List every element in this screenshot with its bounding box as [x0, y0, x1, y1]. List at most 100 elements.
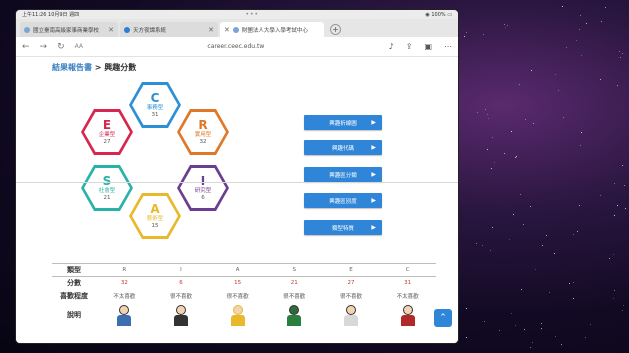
star: [487, 114, 488, 115]
type-cell: R: [96, 264, 153, 277]
hexagon-score: 27: [104, 139, 111, 146]
character-illustration-i[interactable]: [171, 303, 191, 327]
hexagon-name: 企業型: [99, 131, 116, 139]
hexagon-letter: C: [151, 92, 160, 104]
interest-line-chart-button[interactable]: 興趣折線圖 ▶: [304, 115, 382, 130]
button-label: 類型特質: [332, 224, 354, 232]
star: [558, 90, 559, 91]
star: [490, 250, 491, 251]
star: [476, 243, 477, 244]
multitask-dots[interactable]: •••: [245, 11, 259, 18]
star: [513, 214, 514, 215]
button-label: 興趣代碼: [332, 144, 354, 152]
url-field[interactable]: career.ceec.edu.tw: [93, 43, 379, 50]
hexagon-name: 實用型: [195, 131, 212, 139]
star: [563, 117, 564, 118]
type-cell: I: [153, 264, 210, 277]
close-tab-icon[interactable]: ✕: [224, 26, 230, 34]
favicon-icon: [233, 27, 239, 33]
star: [573, 282, 574, 283]
star: [485, 109, 486, 110]
browser-tab-active[interactable]: ✕ 財團法人大學入學考試中心: [220, 22, 324, 37]
star: [530, 347, 531, 348]
close-tab-icon[interactable]: ✕: [208, 26, 214, 34]
microphone-icon[interactable]: ♪: [389, 42, 394, 51]
interest-code-button[interactable]: 興趣代碼 ▶: [304, 140, 382, 155]
hexagon-score: 21: [104, 195, 111, 202]
close-tab-icon[interactable]: ✕: [108, 26, 114, 34]
hexagon-letter: R: [198, 119, 207, 131]
new-tab-icon[interactable]: +: [330, 24, 341, 35]
star: [600, 195, 601, 196]
breadcrumb-link-report[interactable]: 結果報告書: [52, 63, 92, 72]
interest-category-button[interactable]: 興趣區分類 ▶: [304, 167, 382, 182]
reload-icon[interactable]: ↻: [57, 42, 65, 52]
reader-mode-button[interactable]: AA: [75, 43, 83, 50]
hexagon-name: 事務型: [147, 104, 164, 112]
tab-title: 財團法人大學入學考試中心: [242, 26, 320, 34]
browser-tab[interactable]: 國立臺南高級家事商業學校 ✕: [20, 22, 118, 37]
character-illustration-s[interactable]: [284, 303, 304, 327]
star: [620, 57, 621, 58]
scroll-to-top-button[interactable]: ⌃: [434, 309, 452, 327]
forward-icon[interactable]: →: [40, 42, 48, 52]
star: [466, 337, 467, 338]
star: [488, 118, 489, 119]
ipad-screen: 上午11:26 10月9日 週四 ••• ◉ 100% ▭ 國立臺南高級家事商業…: [16, 10, 458, 343]
star: [624, 185, 625, 186]
table-row-preference: 喜歡程度 不太喜歡 很不喜歡 很不喜歡 很不喜歡 很不喜歡 不太喜歡: [52, 290, 436, 303]
star: [509, 239, 510, 240]
hexagon-score: 31: [152, 112, 159, 119]
star: [619, 51, 620, 52]
back-icon[interactable]: ←: [22, 42, 30, 52]
score-cell: 27: [323, 277, 380, 290]
preference-cell: 不太喜歡: [96, 290, 153, 303]
star: [523, 224, 524, 225]
star: [555, 336, 556, 337]
star: [530, 206, 531, 207]
star: [535, 269, 536, 270]
star: [566, 47, 567, 48]
star: [487, 149, 488, 150]
star: [492, 227, 493, 228]
type-cell: C: [379, 264, 436, 277]
score-cell: 32: [96, 277, 153, 290]
character-illustration-e[interactable]: [341, 303, 361, 327]
star: [622, 310, 623, 311]
type-cell: S: [266, 264, 323, 277]
hexagon-name: 社會型: [99, 187, 116, 195]
browser-tab[interactable]: 天方夜譚系統 ✕: [120, 22, 218, 37]
star: [605, 7, 606, 8]
tab-title: 國立臺南高級家事商業學校: [33, 26, 105, 34]
hexagon-score: 6: [201, 195, 205, 202]
type-traits-button[interactable]: 類型特質 ▶: [304, 220, 382, 235]
star: [541, 323, 542, 324]
star: [482, 245, 483, 246]
hexagon-letter: S: [103, 175, 112, 187]
interest-differentiation-button[interactable]: 興趣區別度 ▶: [304, 193, 382, 208]
star: [600, 79, 601, 80]
star: [590, 324, 591, 325]
character-illustration-c[interactable]: [398, 303, 418, 327]
star: [609, 258, 610, 259]
button-label: 興趣折線圖: [329, 119, 357, 127]
star: [505, 27, 506, 28]
type-cell: A: [209, 264, 266, 277]
battery-icon: ▭: [447, 12, 452, 18]
row-label-description: 說明: [52, 303, 96, 327]
more-menu-icon[interactable]: ⋯: [444, 42, 452, 51]
score-cell: 21: [266, 277, 323, 290]
share-icon[interactable]: ⇪: [406, 42, 413, 51]
star: [504, 24, 505, 25]
row-label-preference: 喜歡程度: [52, 290, 96, 303]
tabs-overview-icon[interactable]: ▣: [424, 42, 432, 51]
character-illustration-a[interactable]: [228, 303, 248, 327]
character-illustration-r[interactable]: [114, 303, 134, 327]
hexagon-name: 藝術型: [147, 215, 164, 223]
hexagon-s: S 社會型 21: [81, 165, 133, 211]
status-bar: 上午11:26 10月9日 週四 ••• ◉ 100% ▭: [16, 10, 458, 19]
star: [464, 36, 465, 37]
star: [541, 328, 542, 329]
tab-bar: 國立臺南高級家事商業學校 ✕ 天方夜譚系統 ✕ ✕ 財團法人大學入學考試中心 +: [16, 19, 458, 37]
status-time: 上午11:26: [22, 12, 46, 18]
